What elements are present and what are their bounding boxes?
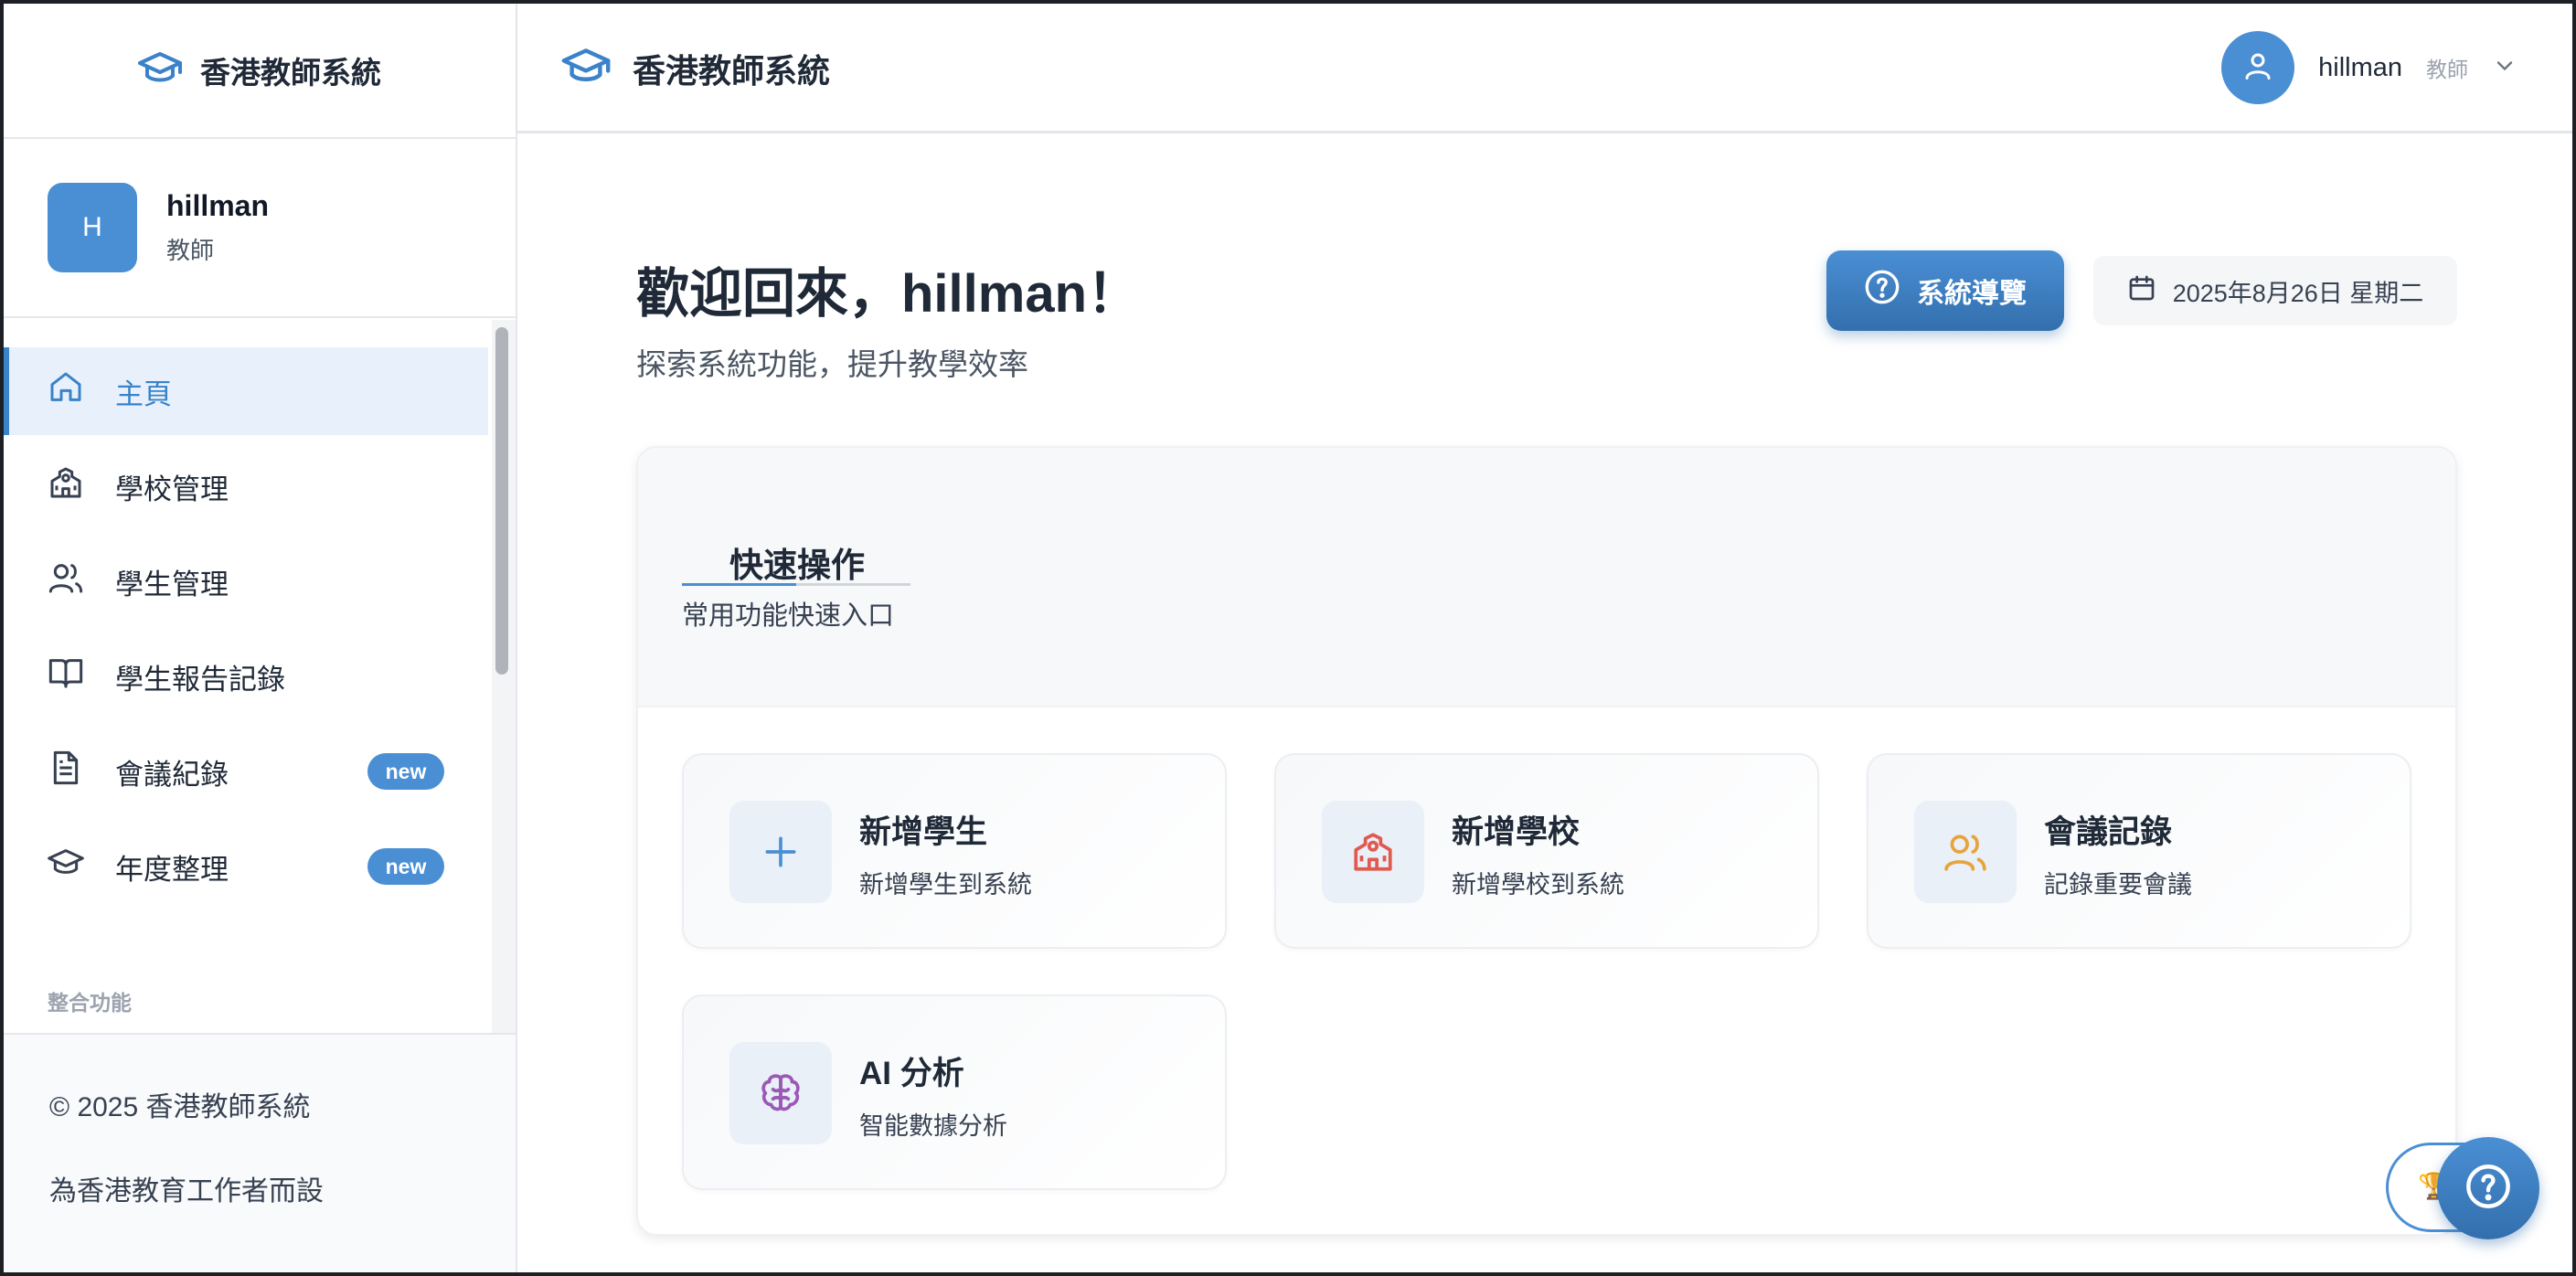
plus-icon [729,801,832,903]
help-circle-icon [1864,269,1900,313]
quick-action-add-school[interactable]: 新增學校 新增學校到系統 [1274,753,1819,949]
sidebar-section-label: 整合功能 [48,991,132,1015]
brain-icon [729,1042,832,1144]
sidebar-item-school-management[interactable]: 學校管理 [4,442,488,530]
book-icon [48,654,84,698]
card-title: 新增學生 [859,814,988,850]
page-subtitle: 探索系統功能，提升教學效率 [636,347,1028,381]
title-underline [682,583,910,586]
sidebar-nav: 主頁 學校管理 學生管理 學生報告記錄 會議紀錄 new 年度整理 new 整合… [4,320,488,1033]
sidebar: 香港教師系統 H hillman 教師 主頁 學校管理 學生管理 學生報告記錄 … [4,4,517,1272]
home-icon [48,369,84,413]
user-menu[interactable]: hillman 教師 [2221,29,2517,106]
graduation-cap-icon [561,47,611,91]
card-description: 記錄重要會議 [2044,871,2192,899]
header-user-role: 教師 [2426,58,2468,81]
user-icon [2241,49,2274,87]
footer-copyright: © 2025 香港教師系統 [49,1092,311,1122]
sidebar-footer: © 2025 香港教師系統 為香港教育工作者而設 [4,1033,516,1272]
sidebar-item-label: 學生管理 [115,568,229,601]
quick-actions-title: 快速操作 [729,547,865,584]
card-title: 會議記錄 [2044,814,2173,850]
quick-action-meeting-records[interactable]: 會議記錄 記錄重要會議 [1867,753,2411,949]
sidebar-item-annual-summary[interactable]: 年度整理 new [4,823,488,910]
header-brand[interactable]: 香港教師系統 [561,4,830,133]
school-icon [1322,801,1424,903]
footer-tagline: 為香港教育工作者而設 [49,1176,324,1207]
scrollbar-thumb[interactable] [495,327,508,675]
graduation-cap-icon [138,50,182,91]
header-app-title: 香港教師系統 [633,52,831,90]
help-circle-icon [2464,1163,2512,1215]
sidebar-item-label: 年度整理 [115,853,229,886]
card-description: 新增學校到系統 [1452,871,1624,899]
page-title: 歡迎回來，hillman！ [636,264,1141,324]
date-display: 2025年8月26日 星期二 [2093,256,2457,325]
users-icon [1914,801,2017,903]
graduation-cap-icon [48,845,84,888]
card-description: 智能數據分析 [859,1112,1007,1140]
calendar-icon [2127,273,2156,309]
sidebar-user-card: H hillman 教師 [4,139,516,318]
sidebar-item-student-management[interactable]: 學生管理 [4,537,488,625]
system-tour-button[interactable]: 系統導覽 [1826,250,2064,331]
quick-action-ai-analysis[interactable]: AI 分析 智能數據分析 [682,994,1227,1190]
floating-help-button[interactable] [2437,1137,2539,1239]
date-text: 2025年8月26日 星期二 [2172,279,2424,307]
sidebar-user-role: 教師 [166,237,215,264]
sidebar-item-label: 學校管理 [115,473,229,505]
avatar: H [48,183,137,272]
sidebar-item-home[interactable]: 主頁 [4,347,488,435]
users-icon [48,559,84,603]
quick-actions-subtitle: 常用功能快速入口 [682,601,895,631]
card-description: 新增學生到系統 [859,871,1032,899]
school-icon [48,464,84,508]
header-user-name: hillman [2318,52,2402,82]
chevron-down-icon[interactable] [2492,53,2517,83]
sidebar-item-label: 主頁 [115,377,172,410]
main-content: 歡迎回來，hillman！ 探索系統功能，提升教學效率 系統導覽 2025年8月… [519,133,2572,1272]
tour-button-label: 系統導覽 [1917,279,2027,309]
sidebar-item-label: 學生報告記錄 [115,663,285,696]
quick-actions-panel: 快速操作 常用功能快速入口 新增學生 新增學生到系統 新增學校 新增學校到系統 [636,446,2457,1236]
new-badge: new [367,753,444,790]
sidebar-item-label: 會議紀錄 [115,758,229,791]
new-badge: new [367,848,444,885]
app-window: 香港教師系統 H hillman 教師 主頁 學校管理 學生管理 學生報告記錄 … [0,0,2576,1276]
sidebar-scrollbar[interactable] [492,320,516,1033]
sidebar-item-meeting-records[interactable]: 會議紀錄 new [4,728,488,815]
card-title: AI 分析 [859,1056,964,1091]
card-title: 新增學校 [1452,814,1581,850]
avatar[interactable] [2221,31,2295,104]
quick-actions-header: 快速操作 常用功能快速入口 [638,448,2455,707]
sidebar-brand[interactable]: 香港教師系統 [4,4,516,139]
sidebar-app-title: 香港教師系統 [200,56,381,90]
sidebar-item-student-reports[interactable]: 學生報告記錄 [4,633,488,720]
document-icon [48,750,84,793]
top-bar: 香港教師系統 hillman 教師 [517,4,2572,133]
sidebar-user-name: hillman [166,189,270,222]
quick-action-add-student[interactable]: 新增學生 新增學生到系統 [682,753,1227,949]
